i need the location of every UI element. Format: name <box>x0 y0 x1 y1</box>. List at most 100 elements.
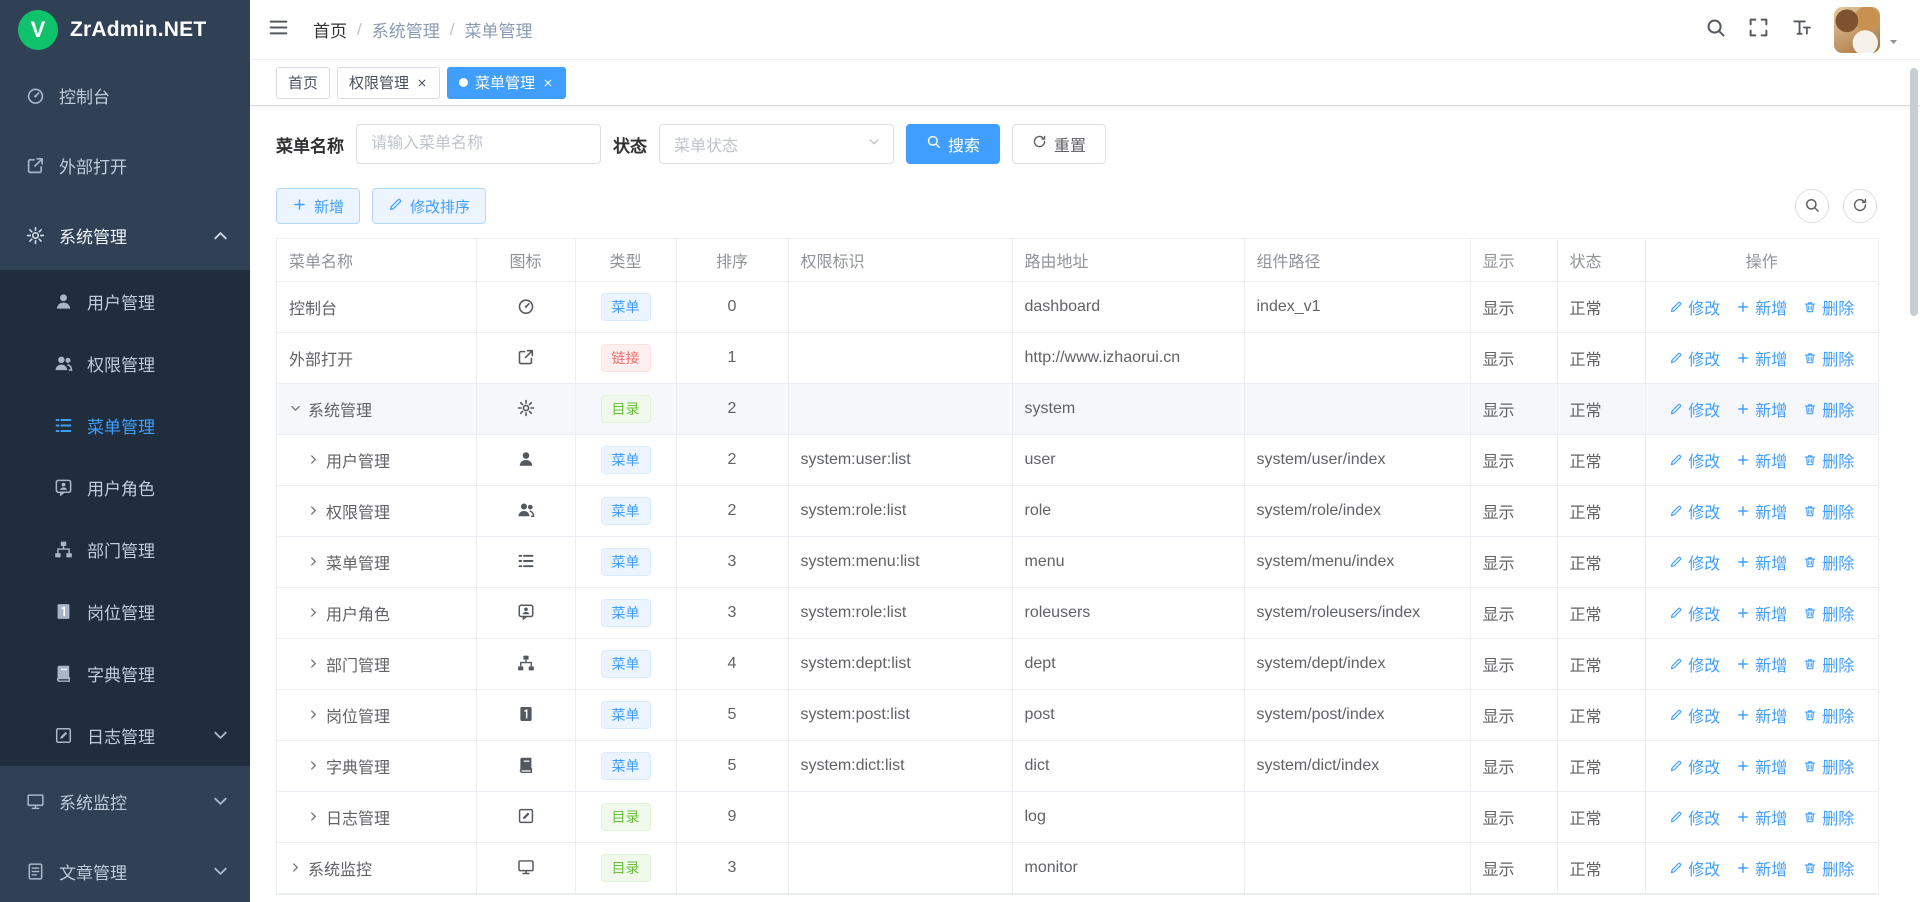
row-delete-link[interactable]: 删除 <box>1803 295 1854 319</box>
row-add-link[interactable]: 新增 <box>1736 601 1787 625</box>
app-root: V ZrAdmin.NET 控制台外部打开系统管理用户管理权限管理菜单管理用户角… <box>0 0 1920 902</box>
reset-button[interactable]: 重置 <box>1012 124 1106 164</box>
sidebar-item-dept[interactable]: 部门管理 <box>0 518 250 580</box>
row-edit-link[interactable]: 修改 <box>1669 754 1720 778</box>
font-size-icon[interactable] <box>1791 17 1812 43</box>
edit-icon <box>1669 657 1683 671</box>
sidebar-item-dashboard[interactable]: 控制台 <box>0 60 250 130</box>
menu-status-select[interactable]: 菜单状态 <box>659 124 894 164</box>
action-label: 新增 <box>1755 652 1787 676</box>
cell-status: 正常 <box>1557 332 1645 383</box>
row-add-link[interactable]: 新增 <box>1736 346 1787 370</box>
row-delete-link[interactable]: 删除 <box>1803 805 1854 829</box>
row-edit-link[interactable]: 修改 <box>1669 346 1720 370</box>
row-edit-link[interactable]: 修改 <box>1669 805 1720 829</box>
expand-arrow-icon[interactable] <box>307 453 320 466</box>
expand-arrow-icon[interactable] <box>289 402 302 415</box>
row-delete-link[interactable]: 删除 <box>1803 397 1854 421</box>
sidebar-item-menu[interactable]: 菜单管理 <box>0 394 250 456</box>
row-edit-link[interactable]: 修改 <box>1669 295 1720 319</box>
cell-status: 正常 <box>1557 740 1645 791</box>
sidebar-item-label: 岗位管理 <box>87 599 155 624</box>
row-add-link[interactable]: 新增 <box>1736 754 1787 778</box>
row-delete-link[interactable]: 删除 <box>1803 652 1854 676</box>
sort-edit-button[interactable]: 修改排序 <box>372 188 486 224</box>
row-delete-link[interactable]: 删除 <box>1803 754 1854 778</box>
row-edit-link[interactable]: 修改 <box>1669 448 1720 472</box>
menu-name-input[interactable] <box>356 124 601 164</box>
sidebar-item-log[interactable]: 日志管理 <box>0 704 250 766</box>
row-edit-link[interactable]: 修改 <box>1669 703 1720 727</box>
cell-component: system/post/index <box>1244 689 1470 740</box>
user-menu-caret-icon[interactable] <box>1887 35 1900 53</box>
tab-close-icon[interactable] <box>416 77 428 89</box>
row-edit-link[interactable]: 修改 <box>1669 601 1720 625</box>
sidebar-item-user[interactable]: 用户管理 <box>0 270 250 332</box>
row-add-link[interactable]: 新增 <box>1736 805 1787 829</box>
sidebar-item-article[interactable]: 文章管理 <box>0 836 250 902</box>
row-delete-link[interactable]: 删除 <box>1803 346 1854 370</box>
tab-perm[interactable]: 权限管理 <box>337 67 440 99</box>
cell-type: 目录 <box>575 383 676 434</box>
add-button[interactable]: 新增 <box>276 188 360 224</box>
tab-home[interactable]: 首页 <box>276 67 330 99</box>
expand-arrow-icon[interactable] <box>307 555 320 568</box>
menu-name-text: 控制台 <box>289 295 337 319</box>
row-delete-link[interactable]: 删除 <box>1803 703 1854 727</box>
row-edit-link[interactable]: 修改 <box>1669 499 1720 523</box>
list-icon <box>54 416 73 435</box>
sidebar-item-dict[interactable]: 字典管理 <box>0 642 250 704</box>
scrollbar-thumb[interactable] <box>1910 68 1918 316</box>
sidebar-item-post[interactable]: 岗位管理 <box>0 580 250 642</box>
row-add-link[interactable]: 新增 <box>1736 295 1787 319</box>
row-edit-link[interactable]: 修改 <box>1669 856 1720 880</box>
breadcrumb-item[interactable]: 首页 <box>313 17 347 42</box>
expand-arrow-icon[interactable] <box>289 861 302 874</box>
sidebar-item-monitor[interactable]: 系统监控 <box>0 766 250 836</box>
expand-arrow-icon[interactable] <box>307 657 320 670</box>
row-edit-link[interactable]: 修改 <box>1669 550 1720 574</box>
row-add-link[interactable]: 新增 <box>1736 499 1787 523</box>
row-delete-link[interactable]: 删除 <box>1803 448 1854 472</box>
row-delete-link[interactable]: 删除 <box>1803 601 1854 625</box>
fullscreen-icon[interactable] <box>1748 17 1769 43</box>
row-add-link[interactable]: 新增 <box>1736 856 1787 880</box>
sidebar-item-roleusers[interactable]: 用户角色 <box>0 456 250 518</box>
header-search-icon[interactable] <box>1705 17 1726 43</box>
row-edit-link[interactable]: 修改 <box>1669 652 1720 676</box>
breadcrumb-item[interactable]: 系统管理 <box>372 17 440 42</box>
row-delete-link[interactable]: 删除 <box>1803 856 1854 880</box>
action-label: 新增 <box>1755 601 1787 625</box>
user-menu[interactable] <box>1834 7 1900 53</box>
sidebar-item-label: 字典管理 <box>87 661 155 686</box>
cell-status: 正常 <box>1557 536 1645 587</box>
expand-arrow-icon[interactable] <box>307 759 320 772</box>
search-button[interactable]: 搜索 <box>906 124 1000 164</box>
row-edit-link[interactable]: 修改 <box>1669 397 1720 421</box>
row-add-link[interactable]: 新增 <box>1736 703 1787 727</box>
tab-menu[interactable]: 菜单管理 <box>447 67 566 99</box>
expand-arrow-icon[interactable] <box>307 504 320 517</box>
sidebar-item-role[interactable]: 权限管理 <box>0 332 250 394</box>
show-search-button[interactable] <box>1795 189 1829 223</box>
expand-arrow-icon[interactable] <box>307 810 320 823</box>
edit-icon <box>1669 402 1683 416</box>
row-delete-link[interactable]: 删除 <box>1803 499 1854 523</box>
row-add-link[interactable]: 新增 <box>1736 550 1787 574</box>
sidebar-item-system[interactable]: 系统管理 <box>0 200 250 270</box>
tab-close-icon[interactable] <box>542 77 554 89</box>
row-delete-link[interactable]: 删除 <box>1803 550 1854 574</box>
row-add-link[interactable]: 新增 <box>1736 652 1787 676</box>
sidebar-item-external[interactable]: 外部打开 <box>0 130 250 200</box>
article-icon <box>26 862 45 881</box>
refresh-table-button[interactable] <box>1843 189 1877 223</box>
row-add-link[interactable]: 新增 <box>1736 397 1787 421</box>
row-add-link[interactable]: 新增 <box>1736 448 1787 472</box>
expand-arrow-icon[interactable] <box>307 606 320 619</box>
cell-actions: 修改 新增删除 <box>1645 638 1878 689</box>
user-avatar[interactable] <box>1834 7 1880 53</box>
plus-icon <box>1736 657 1750 671</box>
scrollbar[interactable] <box>1910 62 1918 898</box>
sidebar-toggle-icon[interactable] <box>268 17 289 43</box>
expand-arrow-icon[interactable] <box>307 708 320 721</box>
